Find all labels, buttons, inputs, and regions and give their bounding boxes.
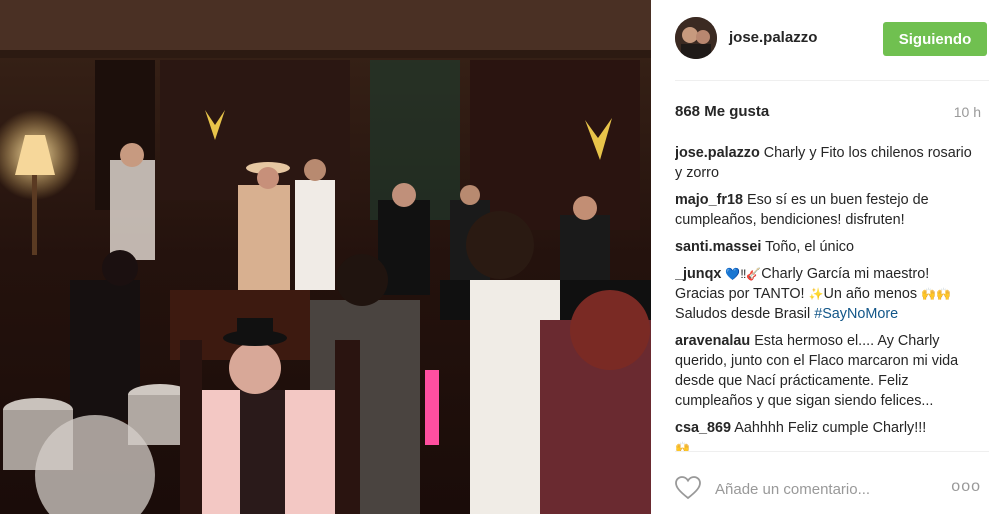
comment-text: Saludos desde Brasil [675,306,815,322]
heart-icon[interactable] [675,476,701,500]
likes-count[interactable]: 868 Me gusta [675,103,769,120]
header-divider [675,80,989,81]
concert-photo-illustration [0,0,651,514]
comment-input[interactable] [713,477,937,501]
comments-divider [675,451,989,452]
comment-text: Un año menos [823,286,922,302]
add-comment-bar: ooo [675,468,985,508]
sparkle-emoji: ✨ [808,287,824,301]
username-link[interactable]: jose.palazzo [729,29,817,46]
comment-item: majo_fr18 Eso sí es un buen festejo de c… [675,190,975,230]
comment-username[interactable]: jose.palazzo [675,145,760,161]
comment-username[interactable]: aravenalau [675,333,750,349]
hashtag-link[interactable]: #SayNoMore [814,306,898,322]
comment-text: Toño, el único [765,239,854,255]
avatar[interactable] [675,17,717,59]
post-sidebar: jose.palazzo Siguiendo 868 Me gusta 10 h… [651,0,989,514]
comment-text: Aahhhh Feliz cumple Charly!!! [734,420,927,436]
following-button[interactable]: Siguiendo [883,22,987,56]
comment-item: jose.palazzo Charly y Fito los chilenos … [675,143,975,183]
post-photo[interactable] [0,0,651,514]
comment-item: aravenalau Esta hermoso el.... Ay Charly… [675,331,975,411]
raised-hands-emoji: 🙌 [921,287,937,301]
comment-username[interactable]: csa_869 [675,420,731,436]
post-timestamp[interactable]: 10 h [954,104,981,120]
post-header: jose.palazzo Siguiendo [651,0,989,78]
instagram-post: jose.palazzo Siguiendo 868 Me gusta 10 h… [0,0,989,514]
avatar-photo-icon [675,17,717,59]
heart-exclamation-guitar-emoji: 💙‼🎸 [725,267,762,281]
comment-item: santi.massei Toño, el único [675,237,975,257]
comment-username[interactable]: _junqx [675,266,721,282]
comment-item: csa_869 Aahhhh Feliz cumple Charly!!! 🙌 [675,418,975,451]
more-options-icon[interactable]: ooo [951,478,981,496]
comment-item: _junqx 💙‼🎸Charly García mi maestro! Grac… [675,264,975,324]
comments-list: jose.palazzo Charly y Fito los chilenos … [675,143,975,451]
comment-username[interactable]: majo_fr18 [675,192,743,208]
raised-hands-emoji: 🙌 [675,441,690,451]
comment-username[interactable]: santi.massei [675,239,761,255]
raised-hands-emoji: 🙌 [936,287,952,301]
